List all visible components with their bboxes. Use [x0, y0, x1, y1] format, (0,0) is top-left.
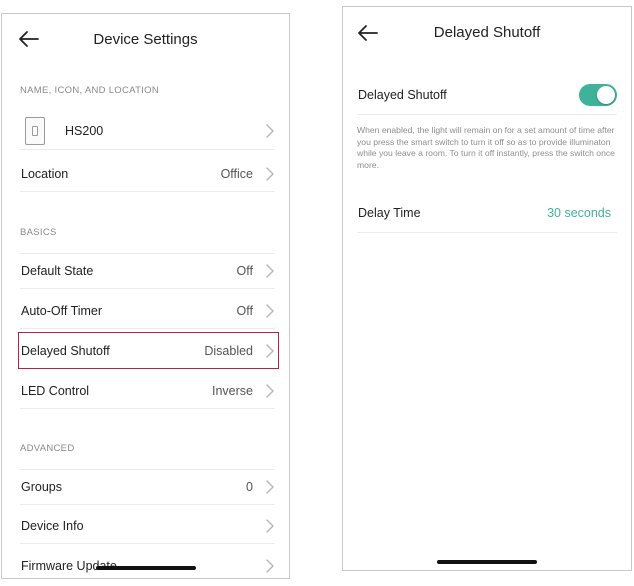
delay-time-label: Delay Time: [358, 205, 421, 220]
delay-time-row[interactable]: Delay Time 30 seconds: [357, 193, 617, 233]
section-label-basics: BASICS: [20, 227, 57, 238]
section-label-name-icon-location: NAME, ICON, AND LOCATION: [20, 85, 159, 96]
row-label: Device Info: [21, 518, 84, 533]
device-info-row[interactable]: Device Info: [20, 508, 275, 544]
chevron-right-icon: [265, 264, 275, 278]
row-label: Groups: [21, 480, 62, 494]
led-control-row[interactable]: LED Control Inverse: [20, 373, 275, 409]
device-name-row[interactable]: HS200: [20, 113, 275, 150]
chevron-right-icon: [265, 166, 275, 181]
location-row[interactable]: Location Office: [20, 156, 275, 192]
toggle-knob: [597, 85, 615, 104]
section-label-advanced: ADVANCED: [20, 443, 75, 454]
chevron-right-icon: [265, 518, 275, 533]
back-arrow-icon[interactable]: [357, 22, 379, 44]
chevron-right-icon: [265, 558, 275, 573]
row-label: LED Control: [21, 383, 90, 398]
row-value: Disabled: [204, 343, 253, 358]
row-label: Delayed Shutoff: [21, 343, 110, 358]
toggle-label: Delayed Shutoff: [358, 87, 447, 102]
chevron-right-icon: [265, 383, 275, 398]
light-switch-icon: [25, 117, 45, 145]
header: Device Settings: [2, 14, 289, 68]
chevron-right-icon: [265, 343, 275, 358]
back-arrow-icon[interactable]: [18, 28, 40, 50]
chevron-right-icon: [265, 124, 275, 138]
chevron-right-icon: [265, 303, 275, 318]
delayed-shutoff-screen: Delayed Shutoff Delayed Shutoff When ena…: [342, 6, 632, 571]
row-value: Inverse: [212, 383, 253, 398]
delayed-shutoff-toggle-row: Delayed Shutoff: [357, 75, 617, 115]
groups-row[interactable]: Groups 0: [20, 469, 275, 505]
device-settings-screen: Device Settings NAME, ICON, AND LOCATION…: [1, 13, 290, 579]
header: Delayed Shutoff: [343, 7, 631, 61]
home-indicator[interactable]: [437, 560, 537, 564]
row-value: 0: [246, 480, 253, 494]
delayed-shutoff-row[interactable]: Delayed Shutoff Disabled: [20, 333, 275, 369]
device-name: HS200: [65, 124, 104, 138]
row-value: Off: [236, 264, 253, 278]
location-value: Office: [220, 166, 253, 181]
home-indicator[interactable]: [95, 566, 196, 570]
page-title: Delayed Shutoff: [433, 24, 541, 41]
page-title: Device Settings: [93, 31, 198, 48]
firmware-update-row[interactable]: Firmware Update: [20, 548, 275, 578]
row-label: Default State: [21, 264, 94, 278]
chevron-right-icon: [265, 480, 275, 494]
delayed-shutoff-toggle[interactable]: [579, 83, 617, 106]
row-value: Off: [236, 303, 253, 318]
default-state-row[interactable]: Default State Off: [20, 253, 275, 289]
delay-time-value[interactable]: 30 seconds: [547, 206, 611, 220]
delayed-shutoff-description: When enabled, the light will remain on f…: [357, 125, 615, 170]
location-label: Location: [21, 166, 69, 181]
row-label: Auto-Off Timer: [21, 303, 103, 318]
auto-off-timer-row[interactable]: Auto-Off Timer Off: [20, 293, 275, 329]
